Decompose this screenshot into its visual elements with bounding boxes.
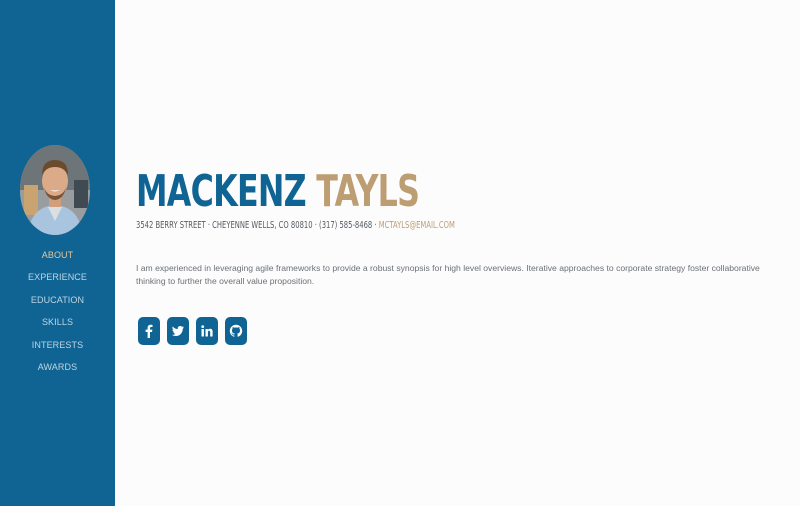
page-title: MACKENZ TAYLS [136, 166, 420, 218]
twitter-button[interactable] [167, 317, 189, 345]
address-text: 3542 BERRY STREET · CHEYENNE WELLS, CO 8… [136, 220, 379, 231]
first-name: MACKENZ [136, 166, 307, 217]
linkedin-button[interactable] [196, 317, 218, 345]
nav-item-education[interactable]: EDUCATION [0, 292, 115, 314]
last-name: TAYLS [316, 166, 420, 217]
nav-item-skills[interactable]: SKILLS [0, 314, 115, 336]
side-nav: ABOUT EXPERIENCE EDUCATION SKILLS INTERE… [0, 247, 115, 381]
nav-item-about[interactable]: ABOUT [0, 247, 115, 269]
facebook-button[interactable] [138, 317, 160, 345]
facebook-icon [145, 324, 153, 338]
nav-item-experience[interactable]: EXPERIENCE [0, 269, 115, 291]
profile-photo [20, 145, 90, 235]
nav-item-awards[interactable]: AWARDS [0, 359, 115, 381]
contact-line: 3542 BERRY STREET · CHEYENNE WELLS, CO 8… [136, 220, 455, 231]
twitter-icon [172, 326, 184, 336]
github-icon [229, 324, 243, 337]
linkedin-icon [201, 325, 213, 337]
bio-text: I am experienced in leveraging agile fra… [136, 263, 760, 286]
github-button[interactable] [225, 317, 247, 345]
sidebar: ABOUT EXPERIENCE EDUCATION SKILLS INTERE… [0, 0, 115, 506]
nav-item-interests[interactable]: INTERESTS [0, 337, 115, 359]
social-links [138, 317, 247, 345]
avatar[interactable] [20, 145, 90, 235]
email-link[interactable]: MCTAYLS@EMAIL.COM [379, 220, 455, 231]
